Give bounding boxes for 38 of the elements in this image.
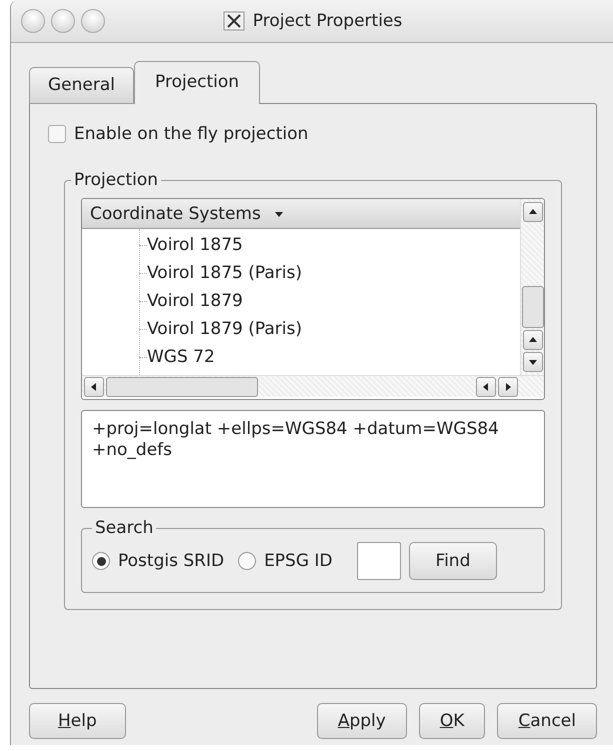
- radio-label: EPSG ID: [264, 551, 333, 571]
- scroll-right-button[interactable]: [498, 376, 518, 396]
- window-control-button[interactable]: [81, 9, 105, 33]
- tree-item[interactable]: Voirol 1875 (Paris): [147, 263, 302, 283]
- window-control-button[interactable]: [51, 9, 75, 33]
- tree-item[interactable]: Voirol 1879: [147, 291, 243, 311]
- tree-item[interactable]: Voirol 1875: [147, 235, 243, 255]
- dialog-button[interactable]: OK: [418, 703, 486, 739]
- scroll-down-button[interactable]: [522, 352, 542, 372]
- scroll-thumb[interactable]: [106, 376, 258, 396]
- vertical-scrollbar[interactable]: [520, 199, 544, 375]
- scroll-thumb[interactable]: [522, 286, 544, 328]
- app-icon: [222, 11, 245, 31]
- tab[interactable]: Projection: [134, 61, 260, 104]
- radio-button[interactable]: [238, 552, 256, 570]
- window-title: Project Properties: [252, 11, 402, 31]
- scroll-left-button[interactable]: [476, 376, 496, 396]
- scroll-left-button[interactable]: [84, 376, 104, 396]
- dialog-button[interactable]: Cancel: [497, 703, 597, 739]
- checkbox[interactable]: [48, 125, 66, 143]
- radio-button[interactable]: [92, 552, 110, 570]
- tree-item[interactable]: Voirol 1879 (Paris): [147, 319, 302, 339]
- scroll-up-button[interactable]: [522, 202, 542, 222]
- scroll-up-button[interactable]: [522, 330, 542, 350]
- tab[interactable]: General: [29, 67, 134, 104]
- horizontal-scrollbar[interactable]: [82, 375, 544, 397]
- column-header[interactable]: Coordinate Systems: [82, 199, 520, 229]
- text-area[interactable]: +proj=longlat +ellps=WGS84 +datum=WGS84 +no_defs: [81, 410, 545, 508]
- checkbox-label: Enable on the fly projection: [74, 124, 308, 144]
- tree-item[interactable]: WGS 72: [147, 347, 215, 367]
- group-title: Projection: [73, 170, 160, 190]
- find-button[interactable]: Find: [408, 542, 498, 580]
- window-control-button[interactable]: [21, 9, 45, 33]
- group-title: Search: [94, 518, 154, 538]
- dialog-button[interactable]: Help: [29, 703, 126, 739]
- radio-label: Postgis SRID: [118, 551, 224, 571]
- input-field[interactable]: [356, 542, 401, 580]
- dialog-button[interactable]: Apply: [316, 703, 407, 739]
